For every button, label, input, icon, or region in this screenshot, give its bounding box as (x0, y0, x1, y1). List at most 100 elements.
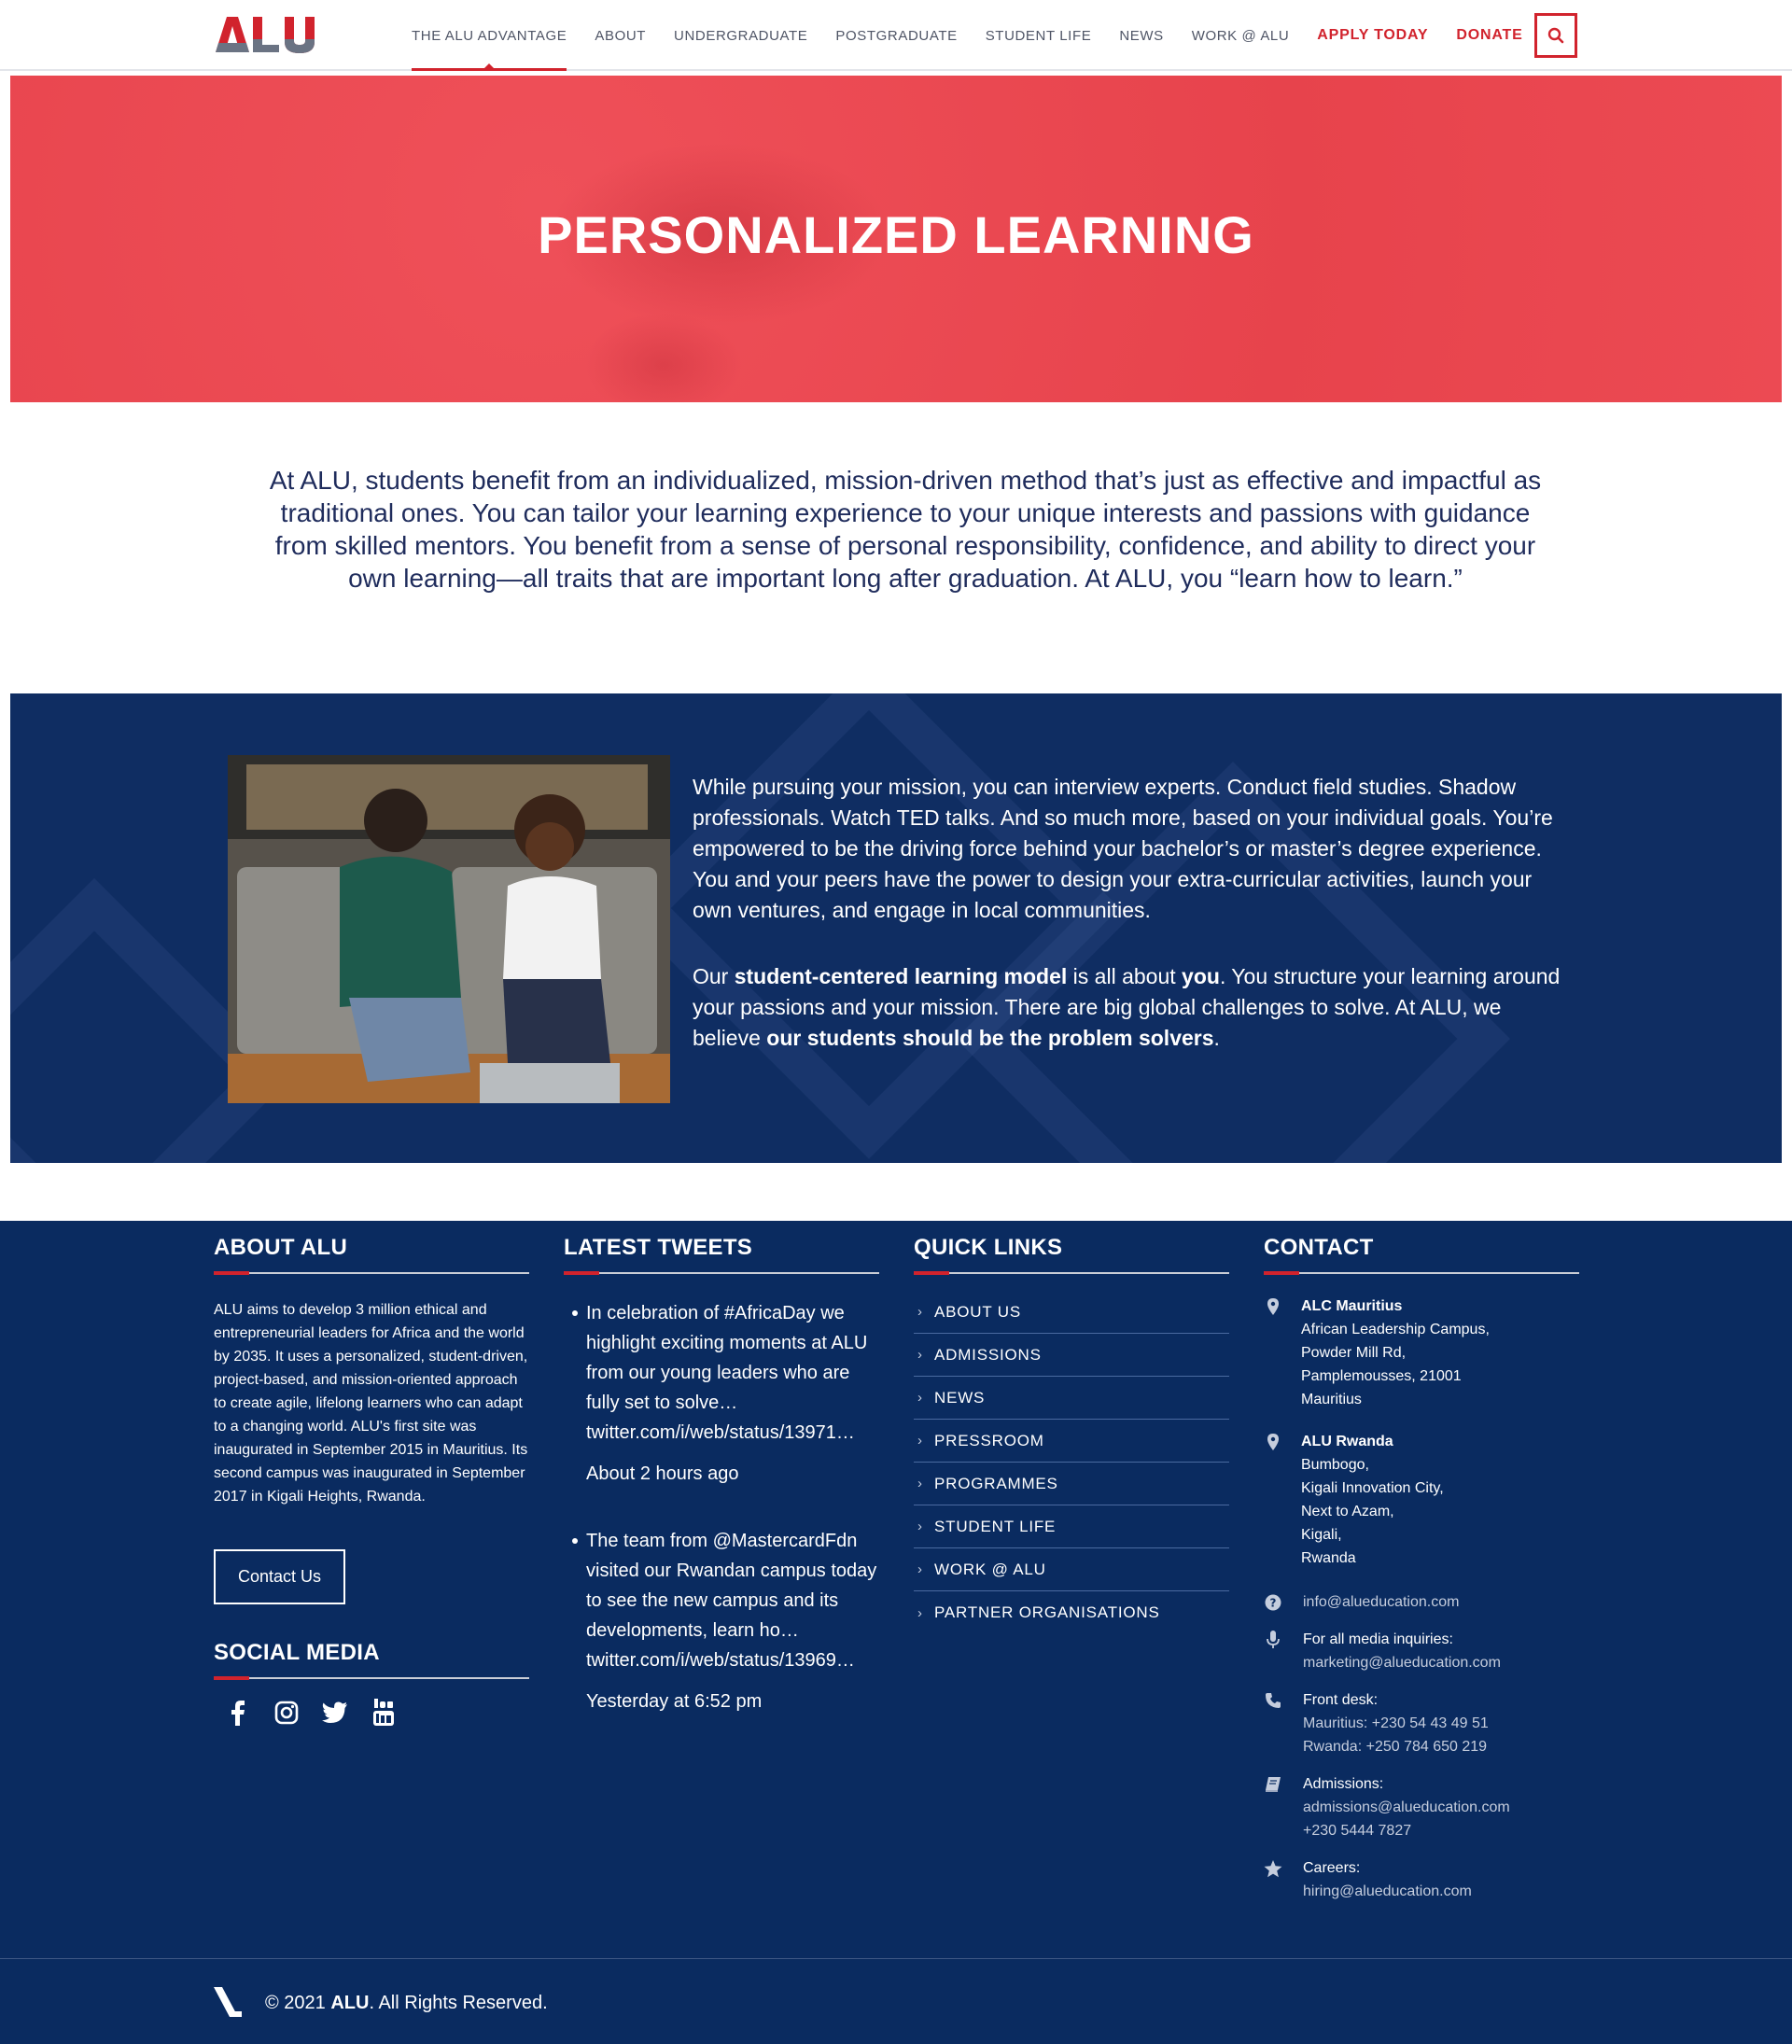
phone-icon (1264, 1691, 1282, 1710)
nav-news[interactable]: NEWS (1119, 0, 1163, 71)
copyright-prefix: © 2021 (265, 1993, 331, 2013)
social-links (214, 1698, 529, 1728)
quick-link-label: PROGRAMMES (934, 1474, 1058, 1492)
careers-label: Careers: (1303, 1860, 1361, 1876)
instagram-icon[interactable] (272, 1698, 301, 1728)
address-line: Rwanda (1301, 1550, 1356, 1566)
contact-rwanda: ALU Rwanda Bumbogo, Kigali Innovation Ci… (1264, 1430, 1579, 1570)
footer-bottom-bar: © 2021 ALU. All Rights Reserved. (0, 1958, 1792, 2044)
copyright-suffix: . All Rights Reserved. (369, 1993, 548, 2013)
alu-logo[interactable] (214, 11, 331, 58)
alu-mini-logo[interactable] (214, 1985, 242, 2019)
footer-contact: CONTACT ALC Mauritius African Leadership… (1264, 1221, 1579, 1917)
admissions-label: Admissions: (1303, 1776, 1384, 1792)
star-icon (1264, 1859, 1282, 1878)
careers-email-link[interactable]: hiring@alueducation.com (1303, 1883, 1472, 1899)
text-segment: is all about (1067, 964, 1183, 988)
chevron-right-icon: › (917, 1476, 923, 1491)
copyright-text: © 2021 ALU. All Rights Reserved. (265, 1993, 548, 2014)
admissions-phone[interactable]: +230 5444 7827 (1303, 1823, 1411, 1839)
footer-quick-links: QUICK LINKS › ABOUT US › ADMISSIONS › NEWS … (914, 1221, 1229, 1634)
address-line: Next to Azam, (1301, 1504, 1394, 1519)
address-line: Kigali, (1301, 1527, 1342, 1543)
footer-about: ABOUT ALU ALU aims to develop 3 million … (214, 1221, 529, 1728)
feature-section: While pursuing your mission, you can int… (10, 693, 1782, 1163)
site-header: THE ALU ADVANTAGE ABOUT UNDERGRADUATE PO… (0, 0, 1792, 71)
divider (214, 1676, 529, 1680)
quick-link-label: PARTNER ORGANISATIONS (934, 1603, 1160, 1621)
contact-careers: Careers: hiring@alueducation.com (1264, 1856, 1579, 1903)
footer-about-title: ABOUT ALU (214, 1235, 348, 1260)
address-line: Kigali Innovation City, (1301, 1480, 1444, 1496)
quick-link-label: ABOUT US (934, 1302, 1021, 1321)
media-email-link[interactable]: marketing@alueducation.com (1303, 1655, 1501, 1671)
book-icon (1264, 1775, 1282, 1794)
address-line: Pamplemousses, 21001 (1301, 1368, 1462, 1384)
quick-link-about-us[interactable]: › ABOUT US (914, 1291, 1229, 1334)
front-desk-label: Front desk: (1303, 1692, 1379, 1708)
quick-link-label: WORK @ ALU (934, 1560, 1046, 1578)
facebook-icon[interactable] (223, 1698, 253, 1728)
divider (564, 1271, 879, 1275)
quick-link-student-life[interactable]: › STUDENT LIFE (914, 1505, 1229, 1548)
question-circle-icon: ? (1264, 1593, 1282, 1612)
twitter-icon[interactable] (320, 1698, 350, 1728)
text-segment: Our (693, 964, 735, 988)
address-line: Powder Mill Rd, (1301, 1345, 1407, 1361)
tweet-link[interactable]: twitter.com/i/web/status/13971… (586, 1418, 879, 1448)
site-footer: ABOUT ALU ALU aims to develop 3 million … (0, 1221, 1792, 1958)
feature-paragraph-2: Our student-centered learning model is a… (693, 961, 1570, 1054)
quick-link-partner-organisations[interactable]: › PARTNER ORGANISATIONS (914, 1591, 1229, 1634)
chevron-right-icon: › (917, 1561, 923, 1577)
contact-us-button[interactable]: Contact Us (214, 1549, 346, 1604)
apply-today-link[interactable]: APPLY TODAY (1317, 0, 1428, 71)
divider (1264, 1271, 1579, 1275)
quick-link-label: STUDENT LIFE (934, 1517, 1057, 1535)
admissions-email-link[interactable]: admissions@alueducation.com (1303, 1799, 1510, 1815)
contact-mauritius: ALC Mauritius African Leadership Campus,… (1264, 1295, 1579, 1411)
chevron-right-icon: › (917, 1390, 923, 1406)
quick-link-admissions[interactable]: › ADMISSIONS (914, 1334, 1229, 1377)
feature-paragraph-1: While pursuing your mission, you can int… (693, 775, 1553, 922)
campus-name: ALC Mauritius (1301, 1298, 1403, 1314)
map-pin-icon (1264, 1433, 1282, 1451)
quick-link-label: PRESSROOM (934, 1431, 1044, 1449)
front-desk-rwanda-phone[interactable]: Rwanda: +250 784 650 219 (1303, 1739, 1487, 1755)
quick-link-work-at-alu[interactable]: › WORK @ ALU (914, 1548, 1229, 1591)
contact-title: CONTACT (1264, 1235, 1374, 1260)
feature-text: While pursuing your mission, you can int… (693, 772, 1570, 1054)
microphone-icon (1264, 1631, 1282, 1649)
contact-front-desk: Front desk: Mauritius: +230 54 43 49 51 … (1264, 1688, 1579, 1758)
nav-alu-advantage[interactable]: THE ALU ADVANTAGE (412, 0, 567, 71)
quick-link-programmes[interactable]: › PROGRAMMES (914, 1463, 1229, 1505)
tweet-time: About 2 hours ago (586, 1463, 739, 1484)
quick-link-pressroom[interactable]: › PRESSROOM (914, 1420, 1229, 1463)
nav-work-at-alu[interactable]: WORK @ ALU (1192, 0, 1290, 71)
contact-admissions: Admissions: admissions@alueducation.com … (1264, 1772, 1579, 1842)
nav-undergraduate[interactable]: UNDERGRADUATE (674, 0, 807, 71)
info-email-link[interactable]: info@alueducation.com (1303, 1594, 1459, 1610)
search-button[interactable] (1534, 13, 1577, 58)
chevron-right-icon: › (917, 1347, 923, 1363)
nav-student-life[interactable]: STUDENT LIFE (986, 0, 1092, 71)
tweet-time: Yesterday at 6:52 pm (586, 1691, 763, 1712)
text-segment: . (1213, 1026, 1220, 1050)
map-pin-icon (1264, 1297, 1282, 1316)
chevron-right-icon: › (917, 1519, 923, 1534)
students-photo-illustration (228, 755, 670, 1103)
nav-about[interactable]: ABOUT (595, 0, 646, 71)
nav-postgraduate[interactable]: POSTGRADUATE (835, 0, 957, 71)
tweet-link[interactable]: twitter.com/i/web/status/13969… (586, 1645, 879, 1675)
tweet-item: The team from @MastercardFdn visited our… (572, 1526, 879, 1716)
address-line: Mauritius (1301, 1392, 1362, 1407)
tweet-text: In celebration of #AfricaDay we highligh… (586, 1303, 868, 1413)
donate-link[interactable]: DONATE (1456, 0, 1522, 71)
front-desk-mauritius-phone[interactable]: Mauritius: +230 54 43 49 51 (1303, 1715, 1489, 1731)
emphasis-learning-model: student-centered learning model (734, 964, 1068, 988)
quick-link-news[interactable]: › NEWS (914, 1377, 1229, 1420)
students-photo (228, 755, 670, 1103)
address-line: African Leadership Campus, (1301, 1322, 1490, 1337)
youtube-icon[interactable] (369, 1698, 399, 1728)
tweet-text: The team from @MastercardFdn visited our… (586, 1531, 877, 1641)
contact-media: For all media inquiries: marketing@alued… (1264, 1628, 1579, 1674)
